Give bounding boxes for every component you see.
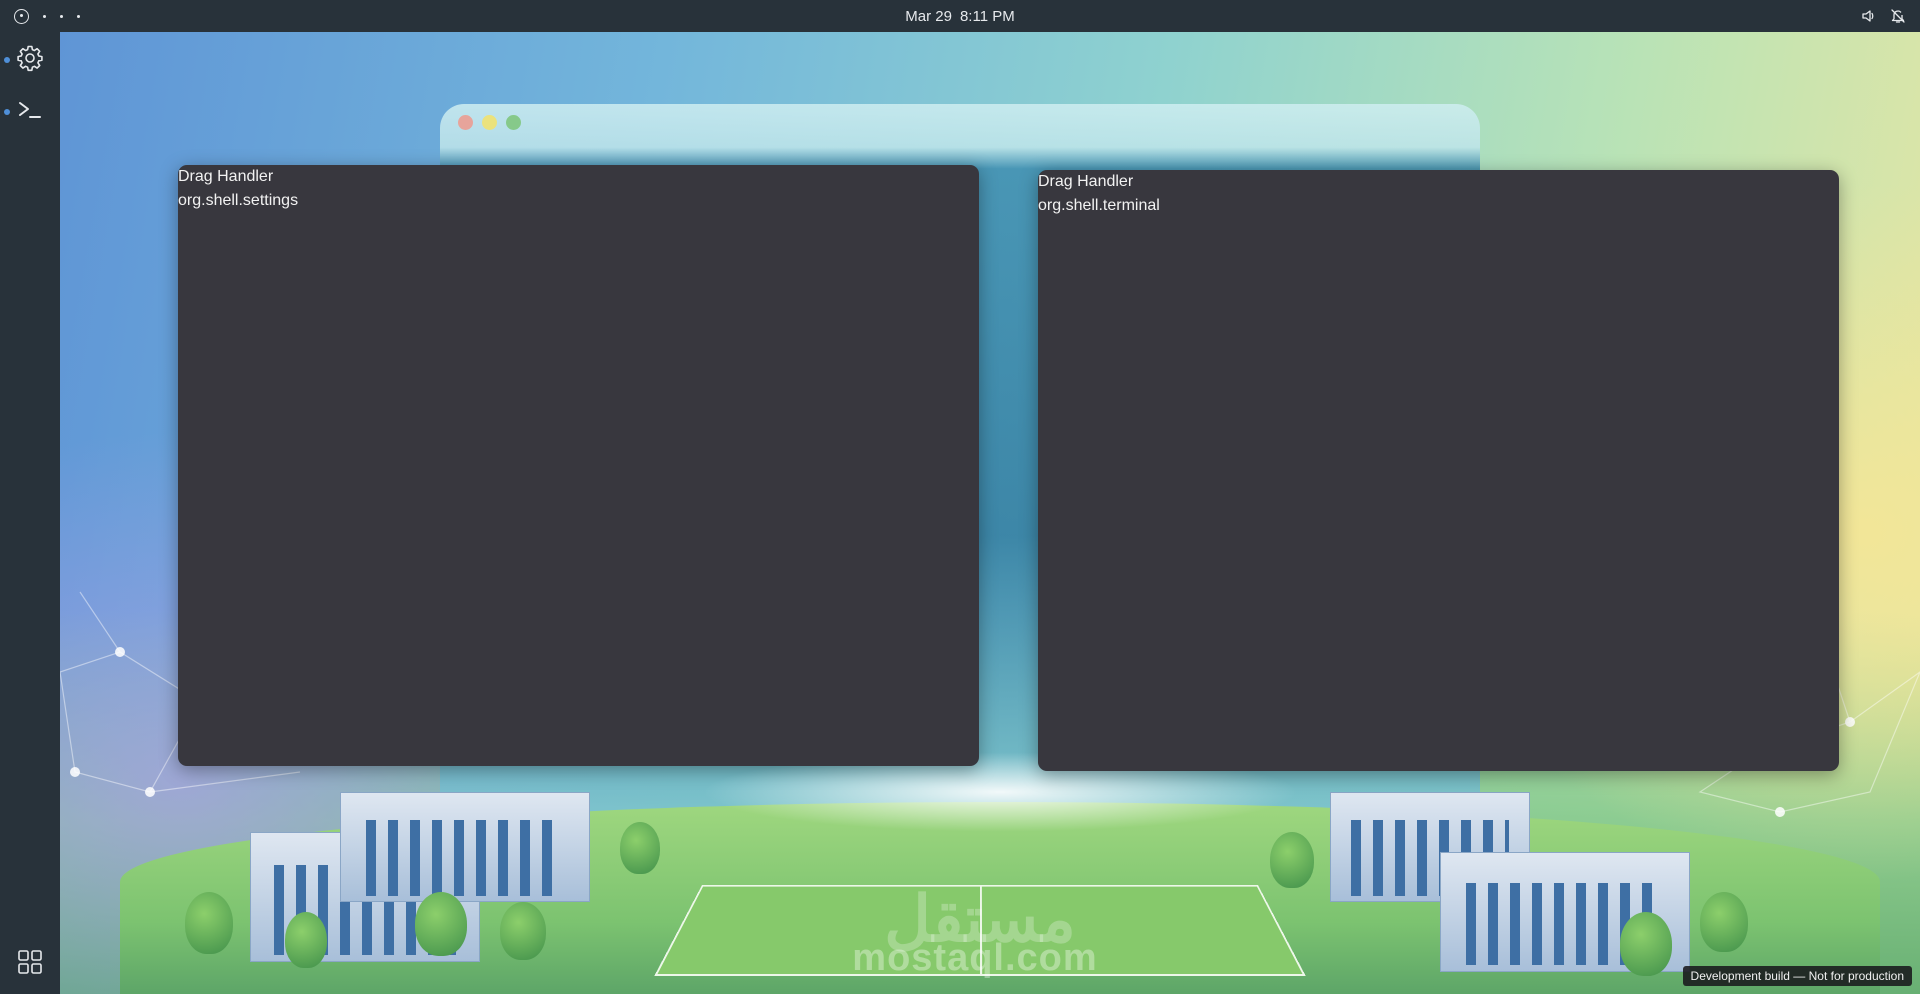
wallpaper-decoration	[500, 902, 546, 960]
workspace-dot[interactable]	[77, 14, 80, 18]
wallpaper-decoration	[1700, 892, 1748, 952]
top-bar: Mar 29 8:11 PM	[0, 0, 1920, 32]
wallpaper-decoration	[620, 822, 660, 874]
app-grid-button[interactable]	[0, 944, 60, 984]
window-app-id: org.shell.settings	[178, 192, 299, 209]
wallpaper-decoration	[340, 792, 590, 902]
window-app-id: org.shell.terminal	[1038, 197, 1160, 214]
wallpaper-decoration	[415, 892, 467, 956]
wallpaper-decoration	[285, 912, 327, 968]
clock-time[interactable]: 8:11 PM	[960, 8, 1015, 25]
dock-item-settings[interactable]	[0, 40, 60, 80]
workspace-dot[interactable]	[60, 14, 63, 18]
running-indicator	[4, 57, 10, 63]
wallpaper-decoration	[1620, 912, 1672, 976]
dock	[0, 32, 60, 994]
workspace-indicator[interactable]	[14, 0, 80, 32]
drag-handle[interactable]: Drag Handler	[178, 165, 979, 189]
workspace-dot[interactable]	[43, 14, 46, 18]
notifications-off-icon[interactable]	[1890, 8, 1906, 24]
gear-icon[interactable]	[16, 44, 44, 77]
wallpaper-watermark-text: mostaql.com	[852, 937, 1098, 979]
running-indicator	[4, 109, 10, 115]
drag-handle[interactable]: Drag Handler	[1038, 170, 1839, 194]
system-tray[interactable]	[1862, 0, 1906, 32]
window-settings[interactable]: Drag Handler org.shell.settings	[178, 165, 979, 766]
volume-icon[interactable]	[1862, 9, 1876, 23]
dock-item-terminal[interactable]	[0, 92, 60, 132]
wallpaper-decoration	[1270, 832, 1314, 888]
terminal-icon[interactable]	[17, 99, 43, 126]
wallpaper-decoration	[185, 892, 233, 954]
window-terminal[interactable]: Drag Handler org.shell.terminal	[1038, 170, 1839, 771]
activities-icon[interactable]	[14, 8, 29, 24]
dev-build-badge: Development build — Not for production	[1682, 966, 1912, 986]
clock[interactable]: Mar 29 8:11 PM	[0, 0, 1920, 32]
app-grid-icon[interactable]	[17, 949, 43, 980]
clock-date[interactable]: Mar 29	[905, 8, 952, 25]
